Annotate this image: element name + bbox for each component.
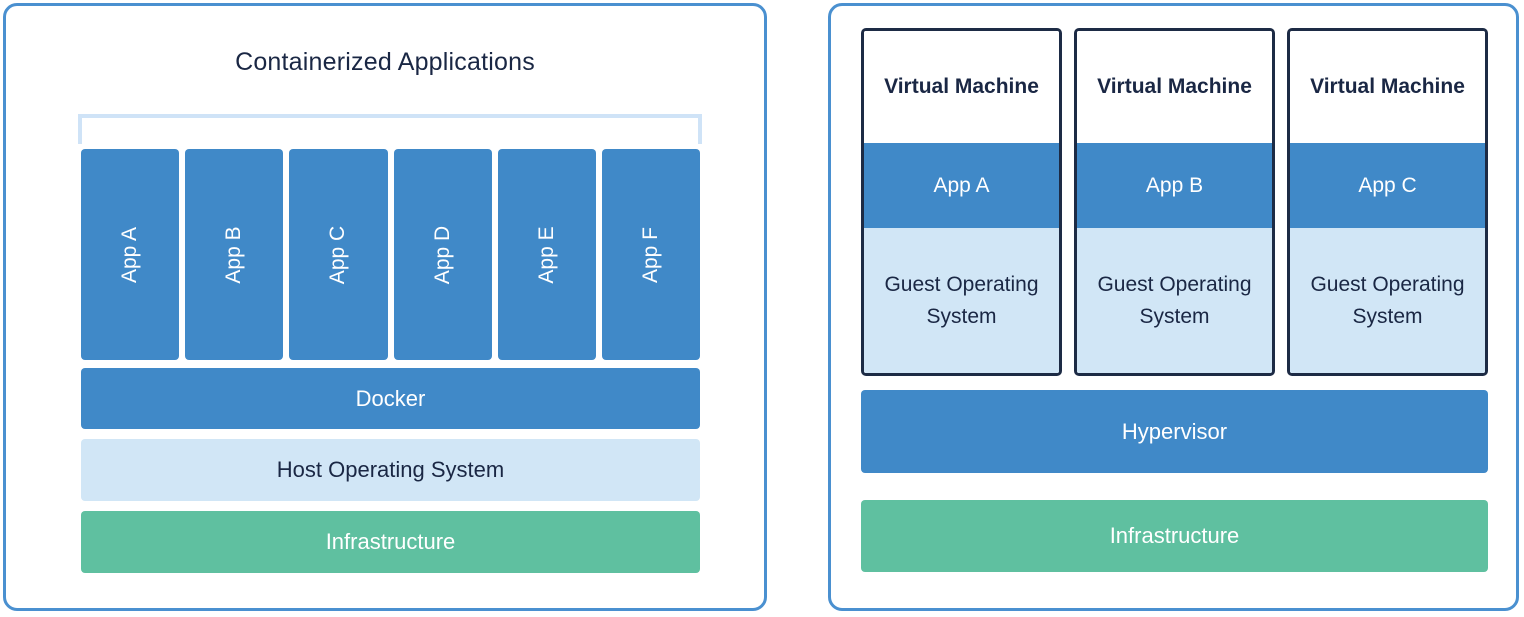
app-column-e: App E — [498, 149, 596, 360]
app-column-a: App A — [81, 149, 179, 360]
docker-layer: Docker — [81, 368, 700, 429]
virtual-machine-app: App A — [864, 143, 1059, 228]
vms-infrastructure-layer: Infrastructure — [861, 500, 1488, 572]
containers-infrastructure-layer: Infrastructure — [81, 511, 700, 573]
host-operating-system-layer: Host Operating System — [81, 439, 700, 501]
diagram-stage: Containerized Applications App A App B A… — [0, 0, 1524, 617]
app-column-label: App C — [326, 225, 350, 283]
app-column-label: App A — [118, 226, 142, 282]
virtual-machine-app: App B — [1077, 143, 1272, 228]
guest-operating-system: Guest Operating System — [864, 228, 1059, 373]
app-group-bracket — [78, 114, 702, 144]
virtual-machine-box-2: Virtual Machine App B Guest Operating Sy… — [1074, 28, 1275, 376]
app-column-b: App B — [185, 149, 283, 360]
virtual-machine-title: Virtual Machine — [1290, 31, 1485, 143]
virtual-machine-app: App C — [1290, 143, 1485, 228]
containers-panel: Containerized Applications App A App B A… — [3, 3, 767, 611]
virtual-machine-title: Virtual Machine — [1077, 31, 1272, 143]
containers-panel-title: Containerized Applications — [6, 48, 764, 77]
app-column-label: App E — [535, 226, 559, 283]
app-column-label: App F — [639, 226, 663, 282]
virtual-machine-box-1: Virtual Machine App A Guest Operating Sy… — [861, 28, 1062, 376]
guest-operating-system: Guest Operating System — [1290, 228, 1485, 373]
virtual-machine-box-3: Virtual Machine App C Guest Operating Sy… — [1287, 28, 1488, 376]
app-column-label: App D — [431, 225, 455, 283]
app-columns-group: App A App B App C App D App E App F — [81, 149, 700, 360]
app-column-label: App B — [222, 226, 246, 283]
app-column-d: App D — [394, 149, 492, 360]
app-column-c: App C — [289, 149, 387, 360]
hypervisor-layer: Hypervisor — [861, 390, 1488, 473]
app-column-f: App F — [602, 149, 700, 360]
virtual-machine-title: Virtual Machine — [864, 31, 1059, 143]
virtual-machines-row: Virtual Machine App A Guest Operating Sy… — [861, 28, 1488, 376]
guest-operating-system: Guest Operating System — [1077, 228, 1272, 373]
